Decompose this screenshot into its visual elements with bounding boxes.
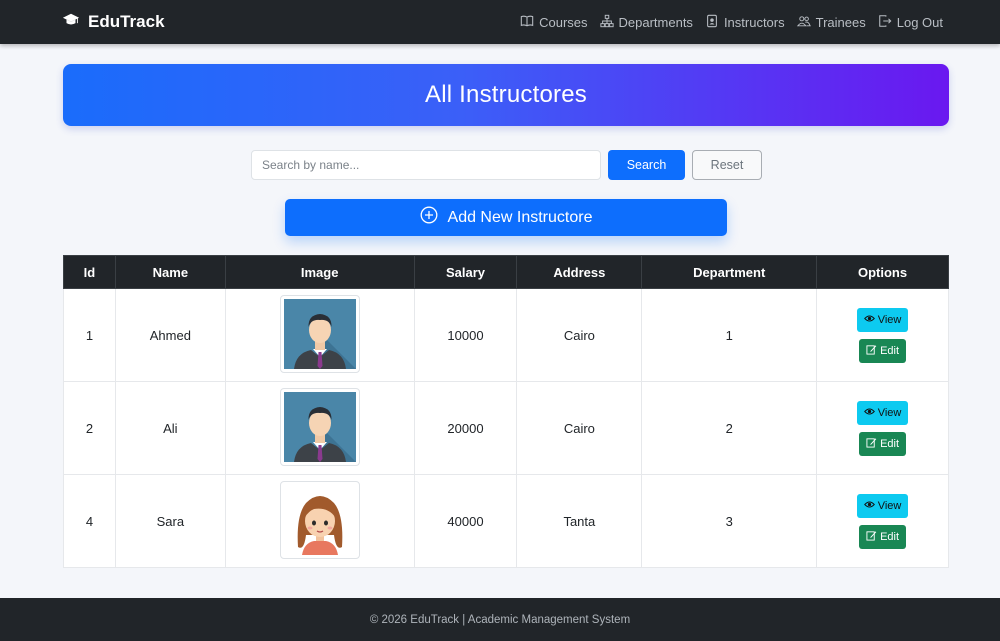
cell-name: Sara [114,474,226,568]
nav-link-label: Log Out [896,14,943,30]
table-row: 4 Sara 40000 Tanta 3 View Edit [63,474,949,568]
row-actions: View Edit [817,400,948,456]
search-form: Search Reset [251,150,762,180]
nav-link-logout[interactable]: Log Out [878,14,943,31]
view-button[interactable]: View [856,400,909,425]
nav-link-label: Instructors [723,14,785,30]
search-input[interactable] [251,150,601,180]
view-label: View [877,406,902,419]
add-instructor-button[interactable]: Add New Instructore [285,199,727,236]
view-button[interactable]: View [856,493,909,518]
footer-text: © 2026 EduTrack | Academic Management Sy… [369,613,631,626]
nav-link-courses[interactable]: Courses [520,14,588,31]
page-title: All Instructores [425,81,587,108]
instructors-table: Id Name Image Salary Address Department … [63,255,949,568]
cell-options: View Edit [816,474,949,568]
cell-salary: 40000 [413,474,518,568]
brand[interactable]: EduTrack [62,0,165,44]
nav-link-label: Courses [539,14,588,30]
nav-link-trainees[interactable]: Trainees [796,14,866,31]
eye-icon [863,406,875,420]
cell-department: 1 [641,288,818,382]
edit-icon [866,344,877,358]
column-header: Address [516,255,643,289]
nav-links: Courses Departments Instructors Trainees… [520,0,943,44]
edit-icon [866,437,877,451]
column-header: Id [63,255,116,289]
cell-options: View Edit [816,288,949,382]
cell-address: Tanta [516,474,643,568]
cell-options: View Edit [816,381,949,475]
reset-button[interactable]: Reset [692,150,762,180]
edit-button[interactable]: Edit [859,524,907,549]
cell-salary: 20000 [413,381,518,475]
brand-name: EduTrack [88,12,165,31]
cell-department: 2 [641,381,818,475]
cell-department: 3 [641,474,818,568]
view-button[interactable]: View [856,307,909,332]
cell-image [224,474,415,568]
cell-id: 4 [63,474,116,568]
edit-label: Edit [880,530,900,543]
row-actions: View Edit [817,307,948,363]
edit-button[interactable]: Edit [859,338,907,363]
cell-id: 2 [63,381,116,475]
table-row: 1 Ahmed 10000 Cairo 1 View Edit [63,288,949,382]
column-header: Department [641,255,818,289]
eye-icon [863,313,875,327]
cell-name: Ahmed [114,288,226,382]
male-avatar [279,387,360,466]
eye-icon [863,499,875,513]
badge-icon [705,14,719,31]
column-header: Options [816,255,949,289]
nav-link-instructors[interactable]: Instructors [705,14,785,31]
nav-link-departments[interactable]: Departments [599,14,693,31]
graduation-cap-icon [62,11,80,34]
page-header: All Instructores [63,64,949,126]
cell-name: Ali [114,381,226,475]
cell-id: 1 [63,288,116,382]
cell-address: Cairo [516,381,643,475]
edit-label: Edit [880,437,900,450]
column-header: Image [224,255,415,289]
add-instructor-label: Add New Instructore [447,208,593,226]
cell-address: Cairo [516,288,643,382]
logout-icon [878,14,892,31]
female-avatar [279,480,360,559]
nav-link-label: Departments [618,14,693,30]
cell-image [224,288,415,382]
search-button[interactable]: Search [608,150,685,180]
people-icon [796,14,811,31]
table-row: 2 Ali 20000 Cairo 2 View Edit [63,381,949,475]
cell-salary: 10000 [413,288,518,382]
male-avatar [279,294,360,373]
footer: © 2026 EduTrack | Academic Management Sy… [0,598,1000,641]
edit-button[interactable]: Edit [859,431,907,456]
view-label: View [877,313,902,326]
diagram-icon [599,14,614,31]
edit-icon [866,530,877,544]
cell-image [224,381,415,475]
view-label: View [877,499,902,512]
row-actions: View Edit [817,493,948,549]
edit-label: Edit [880,344,900,357]
column-header: Name [114,255,226,289]
nav-link-label: Trainees [815,14,866,30]
navbar: EduTrack Courses Departments Instructors… [0,0,1000,44]
book-icon [520,14,534,31]
column-header: Salary [413,255,518,289]
plus-circle-icon [420,206,438,229]
table-header-row: Id Name Image Salary Address Department … [63,255,949,289]
